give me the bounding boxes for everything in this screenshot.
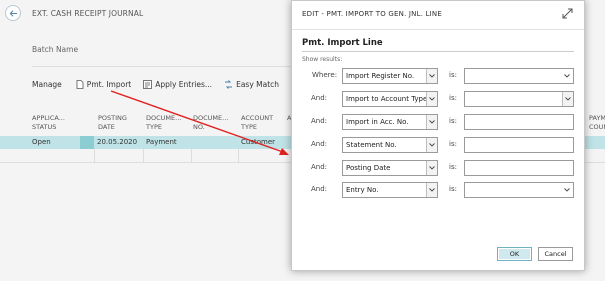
filter-connector: And:	[311, 163, 328, 171]
is-label: is:	[449, 71, 457, 79]
chevron-down-icon[interactable]	[560, 183, 573, 197]
chevron-down-icon[interactable]	[562, 92, 573, 106]
filter-row: And: Import in Acc. No. is:	[302, 114, 586, 130]
dialog-title: EDIT - PMT. IMPORT TO GEN. JNL. LINE	[302, 10, 442, 18]
easy-match-action[interactable]: Easy Match	[224, 80, 279, 89]
pmt-import-label: Pmt. Import	[86, 80, 132, 89]
is-label: is:	[449, 185, 457, 193]
chevron-down-icon[interactable]	[426, 183, 437, 197]
section-title: Pmt. Import Line	[302, 38, 383, 48]
filter-value-dropdown[interactable]	[464, 182, 574, 198]
ok-button[interactable]: OK	[497, 247, 532, 261]
filter-field-value: Statement No.	[346, 141, 397, 149]
filter-field-select[interactable]: Statement No.	[342, 137, 438, 153]
apply-entries-action[interactable]: Apply Entries...	[143, 80, 212, 89]
easy-match-label: Easy Match	[236, 80, 280, 89]
is-label: is:	[449, 94, 457, 102]
posting-date-cell[interactable]: 20.05.2020	[97, 138, 137, 146]
show-results-label: Show results:	[302, 56, 343, 63]
account-type-cell[interactable]: Customer	[241, 138, 275, 146]
filter-connector: And:	[311, 94, 328, 102]
document-icon	[76, 80, 84, 89]
filter-dialog: EDIT - PMT. IMPORT TO GEN. JNL. LINE Pmt…	[291, 0, 585, 271]
filter-field-select[interactable]: Posting Date	[342, 160, 438, 176]
pmt-import-action[interactable]: Pmt. Import	[76, 80, 131, 89]
column-header[interactable]: APPLICA... STATUS	[32, 114, 76, 132]
filter-connector: And:	[311, 185, 328, 193]
filter-field-value: Entry No.	[346, 186, 379, 194]
is-label: is:	[449, 163, 457, 171]
apply-entries-label: Apply Entries...	[155, 80, 213, 89]
filter-field-value: Import Register No.	[346, 72, 415, 80]
page-title: EXT. CASH RECEIPT JOURNAL	[32, 9, 144, 18]
column-header[interactable]: POSTING DATE	[98, 114, 138, 132]
batch-name-label: Batch Name	[32, 45, 79, 54]
chevron-down-icon[interactable]	[426, 161, 437, 175]
back-arrow-icon	[9, 9, 17, 17]
filter-row: And: Statement No. is:	[302, 137, 586, 153]
filter-value-input[interactable]	[464, 114, 574, 130]
batch-name-field[interactable]	[32, 66, 292, 67]
filter-value-input[interactable]	[464, 137, 574, 153]
filter-field-select[interactable]: Import in Acc. No.	[342, 114, 438, 130]
is-label: is:	[449, 117, 457, 125]
apply-entries-icon	[143, 80, 153, 89]
filter-connector: Where:	[312, 71, 338, 79]
back-button[interactable]	[5, 5, 21, 21]
filter-row: And: Import to Account Type is:	[302, 91, 586, 107]
document-type-cell[interactable]: Payment	[146, 138, 177, 146]
status-cell[interactable]: Open	[32, 138, 51, 146]
chevron-down-icon[interactable]	[426, 115, 437, 129]
filter-field-select[interactable]: Import Register No.	[342, 68, 438, 84]
column-header[interactable]: ACCOUNT TYPE	[241, 114, 281, 132]
column-header[interactable]: DOCUME... TYPE	[146, 114, 186, 132]
chevron-down-icon[interactable]	[426, 138, 437, 152]
cancel-button[interactable]: Cancel	[538, 247, 573, 261]
filter-connector: And:	[311, 140, 328, 148]
action-bar: Manage Pmt. Import Apply Entries... Easy…	[32, 80, 323, 89]
column-header[interactable]: DOCUME... NO.	[193, 114, 233, 132]
manage-menu[interactable]: Manage	[32, 80, 62, 89]
filter-field-value: Import to Account Type	[346, 95, 428, 103]
filter-connector: And:	[311, 117, 328, 125]
filter-row: Where: Import Register No. is:	[302, 68, 586, 84]
expand-icon[interactable]	[561, 7, 574, 20]
dialog-separator	[292, 29, 584, 30]
filter-value-dropdown[interactable]	[464, 91, 574, 107]
filter-field-value: Import in Acc. No.	[346, 118, 409, 126]
filter-value-dropdown[interactable]	[464, 68, 574, 84]
section-divider	[302, 51, 574, 52]
filter-field-select[interactable]: Entry No.	[342, 182, 438, 198]
chevron-down-icon[interactable]	[560, 69, 573, 83]
chevron-down-icon[interactable]	[426, 69, 437, 83]
chevron-down-icon[interactable]	[426, 92, 437, 106]
row-selector[interactable]	[80, 136, 94, 149]
filter-value-input[interactable]	[464, 160, 574, 176]
is-label: is:	[449, 140, 457, 148]
filter-row: And: Posting Date is:	[302, 160, 586, 176]
column-header[interactable]: PAYMENT COUNT	[589, 114, 605, 132]
easy-match-icon	[225, 80, 233, 89]
filter-field-value: Posting Date	[346, 164, 391, 172]
filter-row: And: Entry No. is:	[302, 182, 586, 198]
filter-field-select[interactable]: Import to Account Type	[342, 91, 438, 107]
